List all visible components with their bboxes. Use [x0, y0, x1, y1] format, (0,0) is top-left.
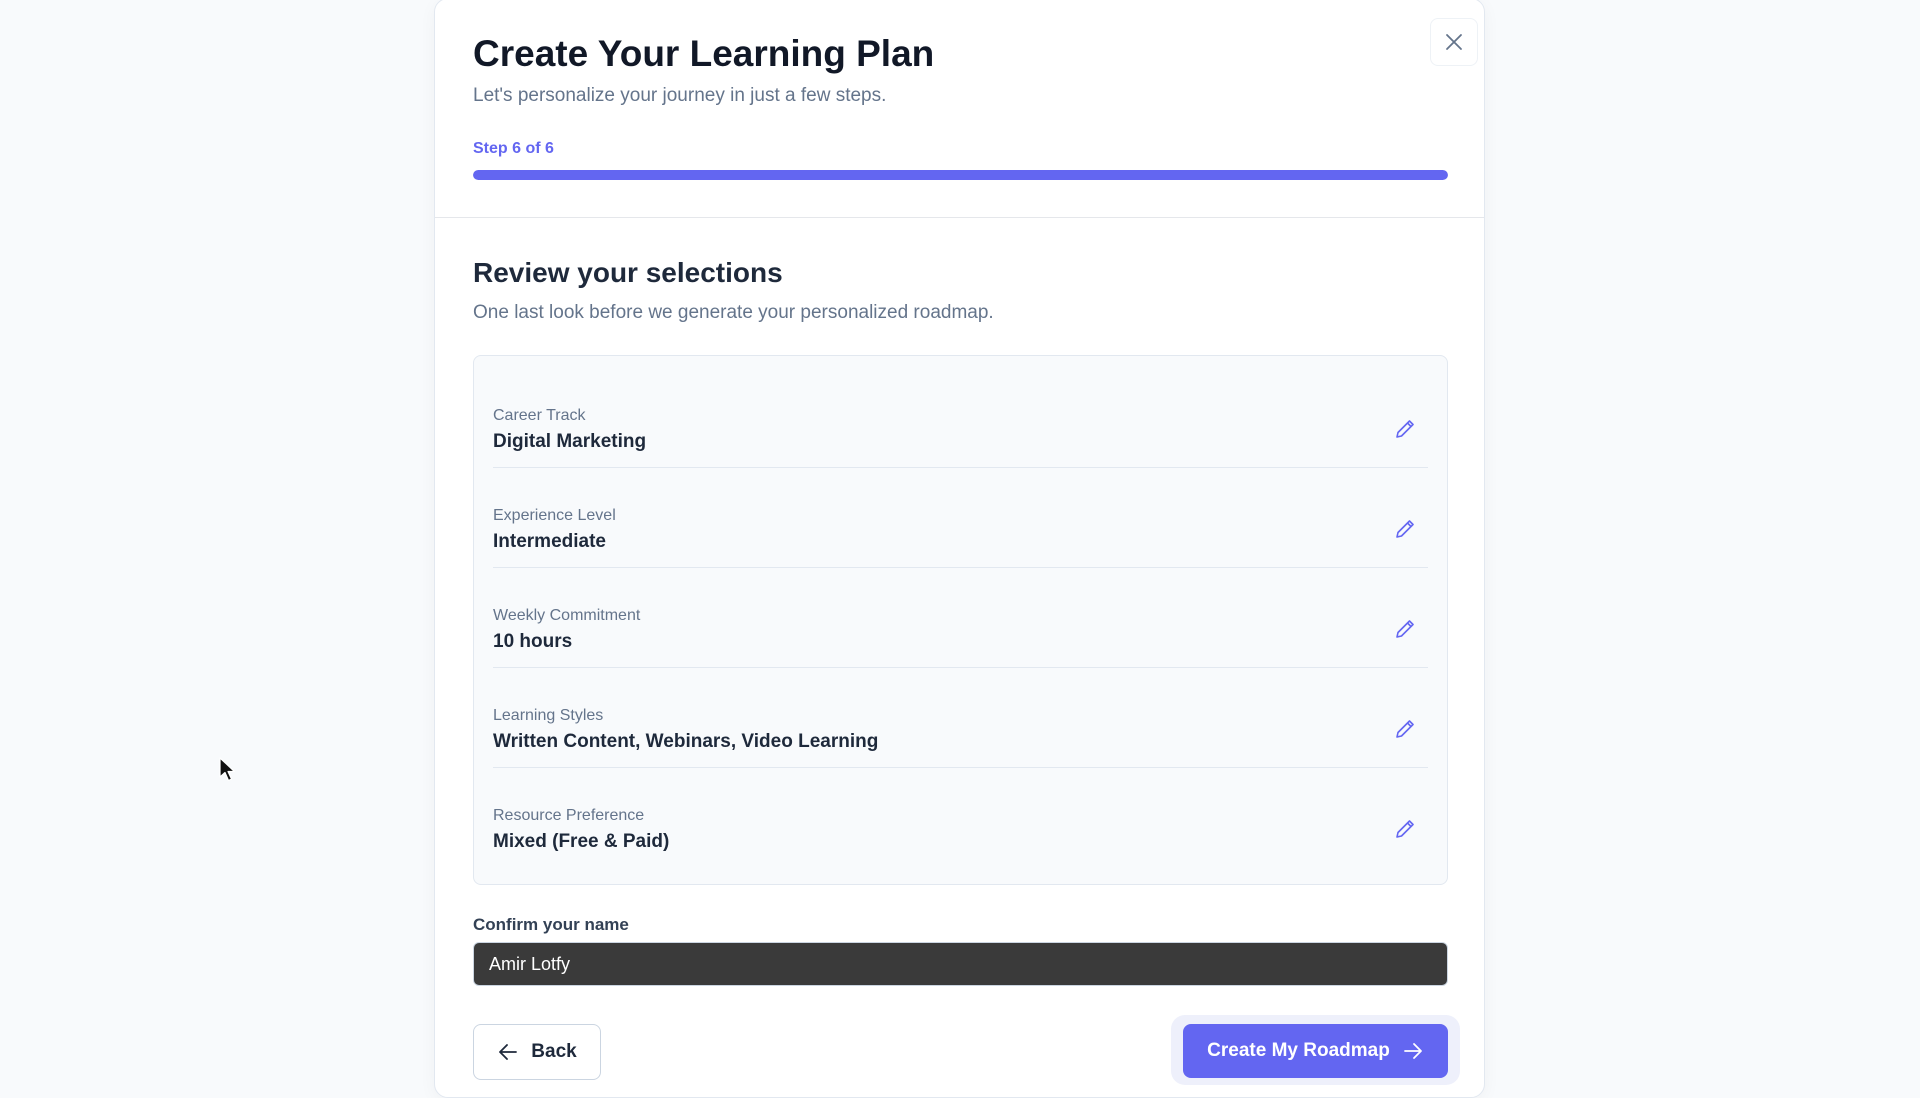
review-item-experience-level: Experience Level Intermediate	[493, 468, 1428, 568]
review-item-weekly-commitment: Weekly Commitment 10 hours	[493, 568, 1428, 668]
edit-learning-styles-button[interactable]	[1388, 712, 1422, 746]
review-item-label: Career Track	[493, 407, 586, 424]
name-input[interactable]	[473, 942, 1448, 986]
review-list: Career Track Digital Marketing Experienc…	[473, 355, 1448, 885]
pencil-icon	[1396, 820, 1414, 838]
pencil-icon	[1396, 720, 1414, 738]
pencil-icon	[1396, 520, 1414, 538]
mouse-cursor-icon	[219, 757, 236, 782]
review-item-value: Intermediate	[493, 531, 606, 552]
review-item-label: Weekly Commitment	[493, 607, 641, 624]
edit-weekly-commitment-button[interactable]	[1388, 612, 1422, 646]
review-item-resource-preference: Resource Preference Mixed (Free & Paid)	[493, 768, 1428, 868]
review-item-value: Digital Marketing	[493, 431, 647, 452]
arrow-left-icon	[499, 1044, 518, 1060]
progress-bar	[473, 170, 1448, 180]
review-item-learning-styles: Learning Styles Written Content, Webinar…	[493, 668, 1428, 768]
review-item-career-track: Career Track Digital Marketing	[493, 368, 1428, 468]
edit-career-track-button[interactable]	[1388, 412, 1422, 446]
arrow-right-icon	[1403, 1043, 1422, 1059]
modal-subtitle: Let's personalize your journey in just a…	[473, 85, 887, 106]
review-item-label: Learning Styles	[493, 707, 604, 724]
close-icon	[1446, 34, 1462, 50]
review-item-label: Resource Preference	[493, 807, 645, 824]
review-item-value: 10 hours	[493, 631, 573, 652]
review-title: Review your selections	[473, 257, 783, 288]
edit-resource-preference-button[interactable]	[1388, 812, 1422, 846]
review-subtitle: One last look before we generate your pe…	[473, 302, 994, 323]
learning-plan-modal: Create Your Learning Plan Let's personal…	[434, 0, 1485, 1098]
modal-title: Create Your Learning Plan	[473, 33, 935, 74]
pencil-icon	[1396, 620, 1414, 638]
create-roadmap-button[interactable]: Create My Roadmap	[1183, 1024, 1448, 1078]
edit-experience-level-button[interactable]	[1388, 512, 1422, 546]
name-field-label: Confirm your name	[473, 915, 629, 934]
review-item-label: Experience Level	[493, 507, 616, 524]
back-button[interactable]: Back	[473, 1024, 601, 1080]
back-button-label: Back	[531, 1041, 577, 1062]
pencil-icon	[1396, 420, 1414, 438]
step-indicator: Step 6 of 6	[473, 140, 554, 157]
review-item-value: Written Content, Webinars, Video Learnin…	[493, 731, 879, 752]
review-item-value: Mixed (Free & Paid)	[493, 831, 670, 852]
close-button[interactable]	[1430, 18, 1478, 66]
create-button-label: Create My Roadmap	[1207, 1040, 1390, 1061]
header-divider	[435, 217, 1484, 218]
progress-fill	[473, 170, 1448, 180]
